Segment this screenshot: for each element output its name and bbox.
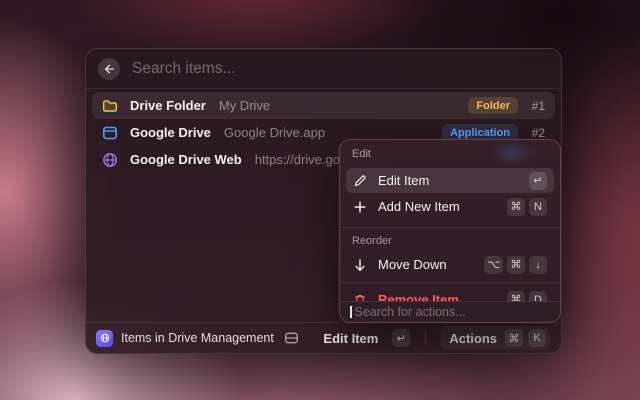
arrow-down-keycap: ↓ bbox=[529, 255, 547, 274]
menu-item-label: Add New Item bbox=[378, 199, 460, 214]
k-keycap: K bbox=[528, 329, 546, 347]
command-keycap: ⌘ bbox=[507, 197, 525, 216]
item-title: Google Drive bbox=[130, 125, 211, 140]
footer-divider bbox=[425, 331, 427, 345]
item-title: Drive Folder bbox=[130, 98, 206, 113]
status-bar: Items in Drive Management Edit Item ↵ Ac… bbox=[86, 322, 561, 353]
screen: Search items... Drive Folder My Drive Fo… bbox=[0, 0, 640, 400]
search-input[interactable]: Search items... bbox=[132, 60, 235, 78]
item-type-badge: Folder bbox=[468, 97, 518, 114]
item-subtitle: My Drive bbox=[218, 98, 271, 113]
item-rank: #1 bbox=[531, 98, 545, 113]
app-window-icon bbox=[102, 125, 118, 141]
source-label: Items in Drive Management bbox=[121, 331, 274, 345]
back-arrow-icon bbox=[103, 63, 115, 75]
return-keycap: ↵ bbox=[392, 329, 411, 347]
menu-item-label: Edit Item bbox=[378, 173, 430, 188]
n-keycap: N bbox=[529, 197, 547, 216]
arrow-down-icon bbox=[353, 258, 367, 272]
extension-app-icon bbox=[96, 329, 113, 347]
actions-button[interactable]: Actions ⌘ K bbox=[441, 326, 551, 350]
disk-icon bbox=[284, 331, 299, 345]
list-item-drive-folder[interactable]: Drive Folder My Drive Folder #1 bbox=[92, 92, 555, 119]
plus-icon bbox=[353, 200, 367, 214]
pencil-icon bbox=[353, 174, 367, 188]
command-keycap: ⌘ bbox=[507, 255, 525, 274]
option-keycap: ⌥ bbox=[484, 255, 503, 274]
actions-menu: Edit Edit Item ↵ Add New Item ⌘ N Reorde… bbox=[339, 139, 561, 323]
globe-icon bbox=[102, 152, 118, 168]
actions-search-input[interactable]: Search for actions... bbox=[355, 305, 466, 319]
item-title: Google Drive Web bbox=[130, 152, 242, 167]
menu-divider bbox=[340, 282, 560, 283]
menu-section-header: Edit bbox=[352, 148, 371, 160]
actions-search-bar[interactable]: Search for actions... bbox=[340, 301, 560, 322]
folder-icon bbox=[102, 98, 118, 114]
menu-item-add-new-item[interactable]: Add New Item ⌘ N bbox=[346, 194, 554, 219]
text-caret bbox=[350, 306, 352, 318]
actions-label: Actions bbox=[449, 330, 497, 346]
back-button[interactable] bbox=[98, 57, 120, 80]
menu-item-edit-item[interactable]: Edit Item ↵ bbox=[346, 168, 554, 193]
item-rank: #2 bbox=[531, 125, 545, 140]
return-keycap: ↵ bbox=[529, 171, 547, 190]
menu-section-header: Reorder bbox=[352, 235, 392, 247]
menu-item-label: Move Down bbox=[378, 257, 447, 272]
primary-action-label[interactable]: Edit Item bbox=[323, 331, 378, 346]
item-subtitle: Google Drive.app bbox=[223, 125, 326, 140]
menu-item-move-down[interactable]: Move Down ⌥ ⌘ ↓ bbox=[346, 252, 554, 277]
search-bar: Search items... bbox=[86, 49, 561, 89]
launcher-window: Search items... Drive Folder My Drive Fo… bbox=[85, 48, 562, 354]
command-keycap: ⌘ bbox=[505, 329, 523, 347]
